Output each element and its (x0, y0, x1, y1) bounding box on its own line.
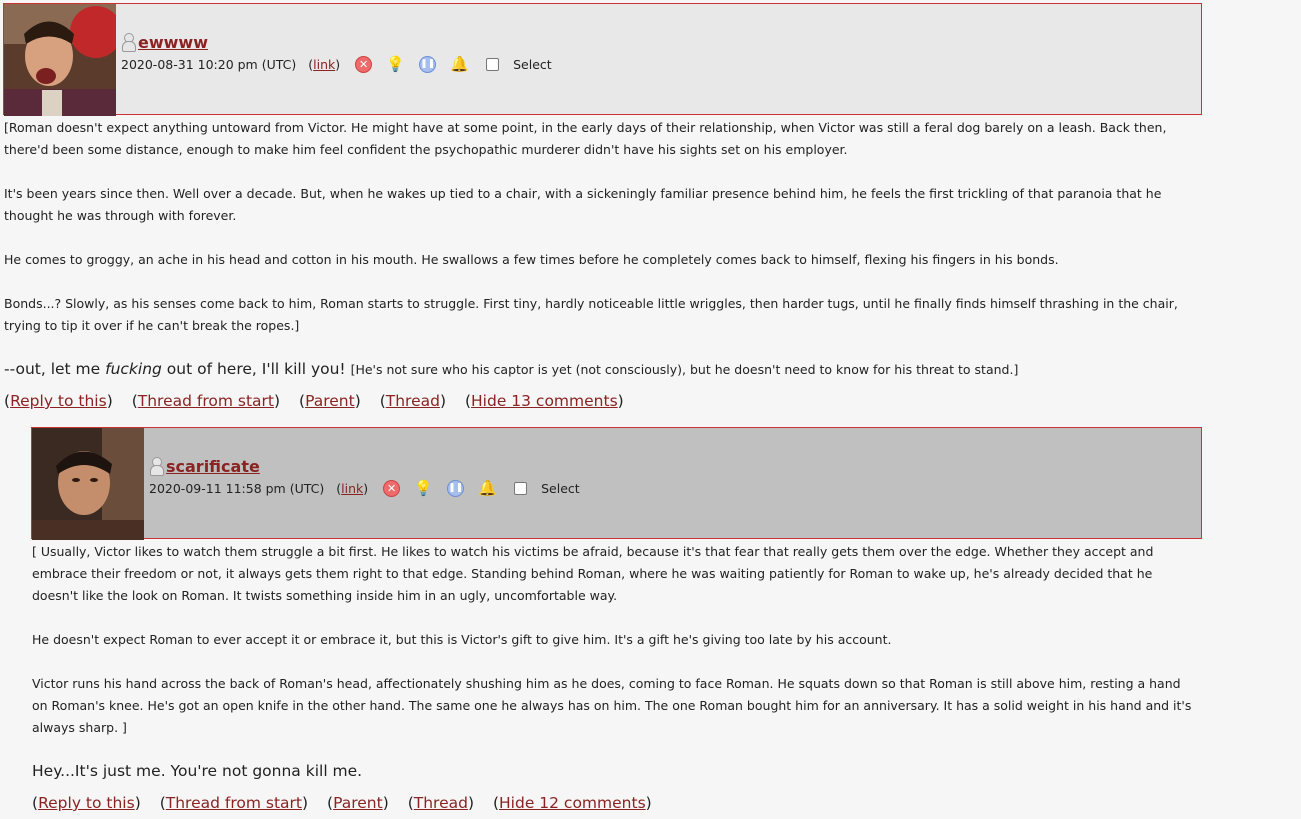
reply-link[interactable]: Reply to this (10, 392, 107, 410)
permalink[interactable]: link (341, 481, 363, 496)
comment-header: scarificate 2020-09-11 11:58 pm (UTC) (l… (31, 427, 1202, 540)
hide-comments-link[interactable]: Hide 13 comments (471, 392, 618, 410)
permalink[interactable]: link (313, 57, 335, 72)
screen-icon[interactable]: 💡 (386, 55, 405, 73)
track-icon[interactable]: 🔔 (450, 55, 469, 73)
paragraph: [Roman doesn't expect anything untoward … (4, 120, 1167, 157)
parent-link[interactable]: Parent (305, 392, 355, 410)
dialogue-line: --out, let me fucking out of here, I'll … (4, 360, 1019, 378)
comment-actions: (Reply to this) (Thread from start) (Par… (4, 392, 624, 410)
freeze-icon[interactable]: ❚❚ (419, 55, 437, 73)
freeze-icon[interactable]: ❚❚ (447, 479, 465, 497)
narration: [He's not sure who his captor is yet (no… (350, 362, 1019, 377)
select-checkbox[interactable] (514, 481, 528, 495)
paragraph: [ Usually, Victor likes to watch them st… (32, 544, 1154, 603)
paragraph: He comes to groggy, an ache in his head … (4, 252, 1059, 267)
thread-link[interactable]: Thread (414, 794, 468, 812)
parent-link[interactable]: Parent (333, 794, 383, 812)
thread-link[interactable]: Thread (386, 392, 440, 410)
avatar[interactable] (32, 428, 144, 540)
avatar[interactable] (4, 4, 116, 116)
select-label: Select (541, 480, 580, 496)
select-checkbox[interactable] (486, 57, 500, 71)
username[interactable]: scarificate (166, 457, 260, 476)
comment-body: [ Usually, Victor likes to watch them st… (32, 541, 1200, 739)
comment-actions: (Reply to this) (Thread from start) (Par… (32, 794, 652, 812)
paragraph: He doesn't expect Roman to ever accept i… (32, 632, 892, 647)
paragraph: It's been years since then. Well over a … (4, 186, 1162, 223)
comment-body: [Roman doesn't expect anything untoward … (4, 117, 1200, 337)
track-icon[interactable]: 🔔 (478, 479, 497, 497)
user-icon (121, 33, 136, 52)
thread-from-start-link[interactable]: Thread from start (138, 392, 274, 410)
delete-icon[interactable]: ✕ (383, 479, 401, 497)
hide-comments-link[interactable]: Hide 12 comments (499, 794, 646, 812)
comment-header: ewwww 2020-08-31 10:20 pm (UTC) (link) ✕… (3, 3, 1202, 116)
paragraph: Bonds...? Slowly, as his senses come bac… (4, 296, 1178, 333)
select-label: Select (513, 56, 552, 72)
user-icon (149, 457, 164, 476)
timestamp: 2020-09-11 11:58 pm (UTC) (149, 480, 325, 496)
thread-from-start-link[interactable]: Thread from start (166, 794, 302, 812)
reply-link[interactable]: Reply to this (38, 794, 135, 812)
dialogue-line: Hey...It's just me. You're not gonna kil… (32, 762, 363, 780)
username[interactable]: ewwww (138, 33, 208, 52)
timestamp: 2020-08-31 10:20 pm (UTC) (121, 56, 297, 72)
screen-icon[interactable]: 💡 (414, 479, 433, 497)
paragraph: Victor runs his hand across the back of … (32, 676, 1192, 735)
delete-icon[interactable]: ✕ (355, 55, 373, 73)
